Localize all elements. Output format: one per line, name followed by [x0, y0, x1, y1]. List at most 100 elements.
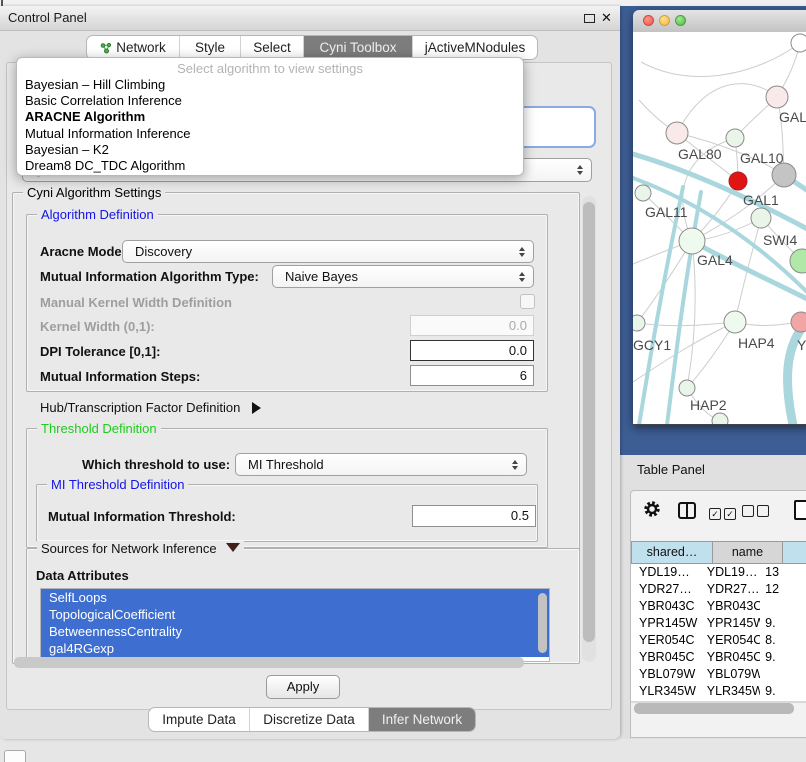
network-node[interactable] — [791, 34, 806, 52]
aracne-mode-combo[interactable]: Discovery — [122, 240, 534, 263]
table-cell[interactable]: YBL079W — [701, 666, 760, 683]
network-node[interactable] — [679, 228, 705, 254]
mi-threshold-field[interactable]: 0.5 — [412, 505, 536, 527]
dropdown-item[interactable]: ARACNE Algorithm — [17, 109, 523, 125]
network-edge[interactable] — [677, 84, 777, 133]
tab-cyni-toolbox[interactable]: Cyni Toolbox — [303, 36, 412, 59]
network-node[interactable] — [724, 311, 746, 333]
deselect-all-columns-icon[interactable] — [742, 504, 769, 522]
network-node[interactable] — [635, 185, 651, 201]
table-cell[interactable]: YDL19… — [631, 564, 701, 581]
table-row[interactable]: YLR345WYLR345W9. — [631, 683, 806, 700]
dpi-tolerance-field[interactable]: 0.0 — [410, 340, 534, 361]
select-all-columns-icon[interactable]: ✓✓ — [709, 504, 736, 522]
table-row[interactable]: YDL19…YDL19…13 — [631, 564, 806, 581]
partial-button[interactable] — [4, 750, 26, 762]
table-cell[interactable]: 9. — [760, 615, 806, 632]
list-scrollbar-thumb[interactable] — [538, 593, 547, 653]
minimize-traffic-light-icon[interactable] — [659, 15, 670, 26]
dropdown-item[interactable]: Bayesian – Hill Climbing — [17, 77, 523, 93]
table-cell[interactable]: YBR045C — [701, 649, 760, 666]
zoom-traffic-light-icon[interactable] — [675, 15, 686, 26]
dropdown-item[interactable]: Dream8 DC_TDC Algorithm — [17, 158, 523, 174]
table-cell[interactable]: YBR043C — [631, 598, 701, 615]
which-threshold-combo[interactable]: MI Threshold — [235, 453, 527, 476]
network-node[interactable] — [729, 172, 747, 190]
network-node[interactable] — [766, 86, 788, 108]
table-cell[interactable] — [760, 666, 806, 683]
table-cell[interactable]: YDR27… — [631, 581, 701, 598]
mi-steps-field[interactable]: 6 — [410, 365, 534, 386]
settings-vertical-scrollbar[interactable] — [582, 196, 596, 662]
network-node[interactable] — [666, 122, 688, 144]
network-edge[interactable] — [641, 43, 800, 76]
settings-horizontal-scrollbar[interactable] — [14, 657, 524, 668]
file-icon[interactable] — [794, 500, 806, 520]
table-cell[interactable]: YPR145W — [701, 615, 760, 632]
table-cell[interactable]: 9. — [760, 649, 806, 666]
mi-type-combo[interactable]: Naive Bayes — [272, 265, 534, 288]
network-node[interactable] — [751, 208, 771, 228]
columns-icon[interactable] — [678, 502, 696, 519]
attribute-list-item[interactable]: SelfLoops — [41, 589, 549, 606]
table-row[interactable]: YPR145WYPR145W9. — [631, 615, 806, 632]
network-node[interactable] — [712, 413, 728, 424]
table-row[interactable]: YDR27…YDR27…12 — [631, 581, 806, 598]
table-row[interactable]: YER054CYER054C8. — [631, 632, 806, 649]
dropdown-item[interactable]: Bayesian – K2 — [17, 142, 523, 158]
network-edge[interactable] — [637, 322, 735, 326]
column-header-shared[interactable]: shared… — [631, 541, 713, 564]
attribute-list-item[interactable]: BetweennessCentrality — [41, 623, 549, 640]
dropdown-item[interactable]: Basic Correlation Inference — [17, 93, 523, 109]
table-cell[interactable]: YPR145W — [631, 615, 701, 632]
float-window-icon[interactable] — [584, 14, 595, 23]
network-node[interactable] — [772, 163, 796, 187]
table-cell[interactable]: YBR045C — [631, 649, 701, 666]
table-cell[interactable] — [760, 598, 806, 615]
close-icon[interactable]: ✕ — [601, 10, 612, 26]
table-cell[interactable]: YER054C — [631, 632, 701, 649]
tab-network[interactable]: Network — [87, 36, 179, 59]
table-cell[interactable]: 8. — [760, 632, 806, 649]
network-edge-highlighted[interactable] — [692, 241, 806, 302]
network-node[interactable] — [790, 249, 806, 273]
attribute-list-item[interactable]: gal4RGexp — [41, 640, 549, 657]
table-cell[interactable]: 9. — [760, 683, 806, 700]
network-node[interactable] — [633, 315, 645, 331]
table-cell[interactable]: YLR345W — [631, 683, 701, 700]
hub-definition-expander[interactable]: Hub/Transcription Factor Definition — [40, 400, 261, 415]
kernel-width-field[interactable]: 0.0 — [410, 315, 534, 336]
tab-impute-data[interactable]: Impute Data — [149, 708, 249, 731]
table-cell[interactable]: 13 — [760, 564, 806, 581]
tab-style[interactable]: Style — [179, 36, 240, 59]
network-node[interactable] — [726, 129, 744, 147]
tab-infer-network[interactable]: Infer Network — [368, 708, 475, 731]
table-horizontal-scrollbar[interactable] — [634, 703, 794, 714]
table-cell[interactable]: YBL079W — [631, 666, 701, 683]
control-panel-titlebar[interactable]: Control Panel ✕ — [0, 6, 620, 31]
column-header-name[interactable]: name — [713, 541, 783, 564]
table-row[interactable]: YBL079WYBL079W — [631, 666, 806, 683]
table-cell[interactable]: YBR043C — [701, 598, 760, 615]
table-cell[interactable]: YDL19… — [701, 564, 760, 581]
tab-select[interactable]: Select — [240, 36, 303, 59]
apply-button[interactable]: Apply — [266, 675, 340, 699]
scrollbar-thumb[interactable] — [583, 202, 595, 642]
network-window-titlebar[interactable] — [633, 10, 806, 33]
tab-discretize-data[interactable]: Discretize Data — [249, 708, 368, 731]
table-row[interactable]: YBR045CYBR045C9. — [631, 649, 806, 666]
table-cell[interactable]: 12 — [760, 581, 806, 598]
data-attributes-list[interactable]: SelfLoopsTopologicalCoefficientBetweenne… — [40, 588, 550, 662]
network-node[interactable] — [679, 380, 695, 396]
dropdown-item[interactable]: Mutual Information Inference — [17, 126, 523, 142]
sources-group-title[interactable]: Sources for Network Inference — [37, 541, 244, 556]
table-cell[interactable]: YDR27… — [701, 581, 760, 598]
table-cell[interactable]: YER054C — [701, 632, 760, 649]
attribute-list-item[interactable]: TopologicalCoefficient — [41, 606, 549, 623]
manual-kernel-checkbox[interactable] — [520, 294, 535, 309]
table-cell[interactable]: YLR345W — [701, 683, 760, 700]
close-traffic-light-icon[interactable] — [643, 15, 654, 26]
tab-jactivemnodules[interactable]: jActiveMNodules — [412, 36, 537, 59]
column-header-partial[interactable]: A — [783, 541, 806, 564]
network-edge-highlighted[interactable] — [639, 187, 683, 424]
